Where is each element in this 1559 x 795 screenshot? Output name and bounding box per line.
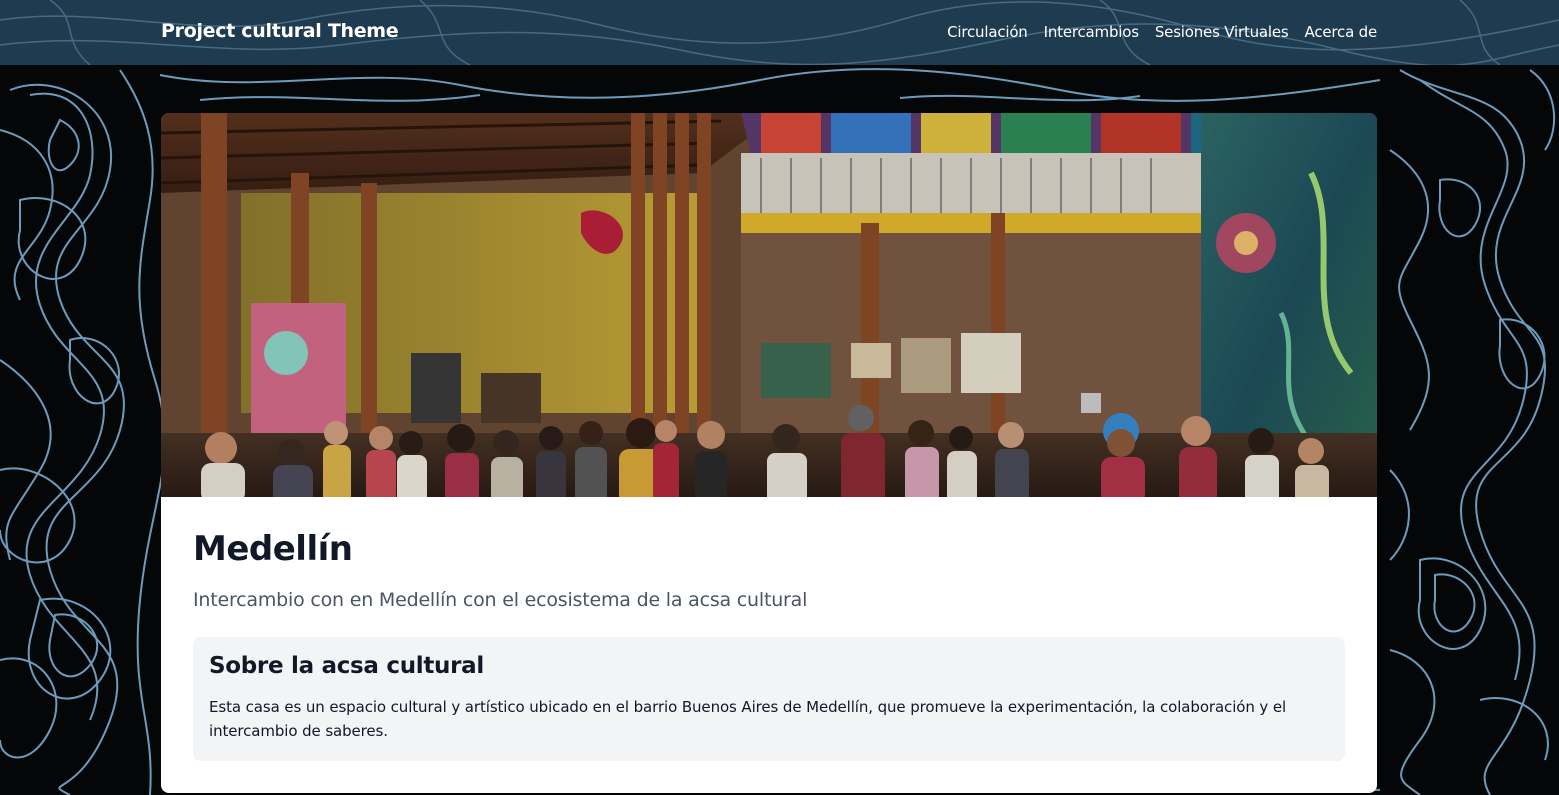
- page-subtitle: Intercambio con en Medellín con el ecosi…: [193, 589, 808, 611]
- nav-link-intercambios[interactable]: Intercambios: [1044, 23, 1139, 41]
- nav-link-sesiones-virtuales[interactable]: Sesiones Virtuales: [1155, 23, 1289, 41]
- about-heading: Sobre la acsa cultural: [209, 653, 484, 679]
- about-text: Esta casa es un espacio cultural y artís…: [209, 698, 1287, 740]
- nav-link-acerca-de[interactable]: Acerca de: [1305, 23, 1378, 41]
- about-section: Sobre la acsa cultural Esta casa es un e…: [193, 637, 1345, 761]
- nav-link-circulacion[interactable]: Circulación: [947, 23, 1028, 41]
- main-nav: Circulación Intercambios Sesiones Virtua…: [947, 23, 1377, 41]
- card-body: Medellín Intercambio con en Medellín con…: [193, 527, 1345, 761]
- site-brand[interactable]: Project cultural Theme: [161, 20, 399, 42]
- cultural-house-interior-photo: [161, 113, 1377, 497]
- hero-image: [161, 113, 1377, 497]
- content-card: Medellín Intercambio con en Medellín con…: [161, 113, 1377, 793]
- top-navbar: Project cultural Theme Circulación Inter…: [0, 0, 1559, 65]
- page-title: Medellín: [193, 529, 353, 569]
